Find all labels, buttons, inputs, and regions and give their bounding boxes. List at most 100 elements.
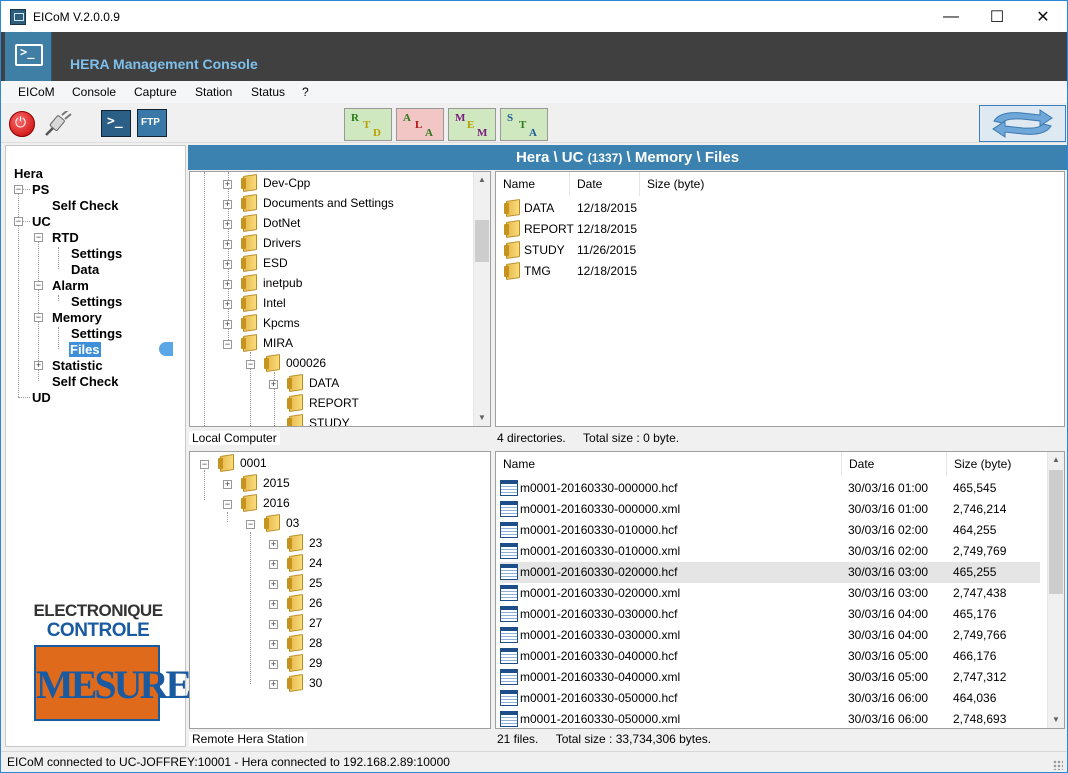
collapse-icon[interactable]: − (223, 500, 232, 509)
remote-tree-item[interactable]: 27 (309, 616, 322, 630)
nav-memory[interactable]: Memory (52, 310, 102, 325)
expand-icon[interactable]: + (269, 600, 278, 609)
expand-icon[interactable]: + (269, 560, 278, 569)
remote-list-scrollbar[interactable]: ▲ ▼ (1047, 452, 1064, 728)
nav-ps[interactable]: PS (32, 182, 49, 197)
expand-icon[interactable]: + (223, 200, 232, 209)
collapse-icon[interactable]: − (200, 460, 209, 469)
nav-alarm-settings[interactable]: Settings (71, 294, 122, 309)
menu-help[interactable]: ? (302, 85, 309, 99)
remote-tree-item[interactable]: 30 (309, 676, 322, 690)
collapse-memory-icon[interactable]: − (34, 313, 43, 322)
collapse-icon[interactable]: − (246, 360, 255, 369)
expand-icon[interactable]: + (269, 540, 278, 549)
remote-tree-item[interactable]: 23 (309, 536, 322, 550)
power-icon[interactable] (9, 111, 35, 137)
refresh-button[interactable] (979, 105, 1066, 142)
column-name[interactable]: Name (496, 172, 570, 196)
table-row[interactable]: m0001-20160330-030000.xml 30/03/16 04:00… (500, 625, 1040, 646)
nav-uc-self-check[interactable]: Self Check (52, 374, 118, 389)
expand-icon[interactable]: + (223, 220, 232, 229)
table-row[interactable]: m0001-20160330-000000.hcf 30/03/16 01:00… (500, 478, 1040, 499)
local-tree-item[interactable]: STUDY (309, 416, 350, 426)
table-row[interactable]: m0001-20160330-040000.hcf 30/03/16 05:00… (500, 646, 1040, 667)
local-tree-scrollbar[interactable]: ▲ ▼ (473, 172, 490, 426)
expand-icon[interactable]: + (223, 320, 232, 329)
close-button[interactable]: ✕ (1020, 1, 1066, 32)
list-item[interactable]: STUDY 11/26/2015 (504, 240, 1044, 261)
remote-tree-item[interactable]: 0001 (240, 456, 267, 470)
alarm-mode-button[interactable]: A L A (396, 108, 444, 141)
table-row[interactable]: m0001-20160330-000000.xml 30/03/16 01:00… (500, 499, 1040, 520)
local-tree-item[interactable]: Dev-Cpp (263, 176, 310, 190)
list-item[interactable]: REPORT 12/18/2015 (504, 219, 1044, 240)
expand-icon[interactable]: + (269, 680, 278, 689)
collapse-ps-icon[interactable]: − (14, 185, 23, 194)
expand-icon[interactable]: + (223, 260, 232, 269)
remote-tree-item[interactable]: 29 (309, 656, 322, 670)
local-tree-item[interactable]: REPORT (309, 396, 359, 410)
menu-console[interactable]: Console (72, 85, 116, 99)
rtd-mode-button[interactable]: R T D (344, 108, 392, 141)
local-tree-panel[interactable]: + Dev-Cpp + Documents and Settings + DotNet… (189, 171, 491, 427)
table-row[interactable]: m0001-20160330-050000.xml 30/03/16 06:00… (500, 709, 1040, 728)
statistic-mode-button[interactable]: S T A (500, 108, 548, 141)
terminal-button[interactable]: >_ (101, 110, 131, 137)
column-date[interactable]: Date (570, 172, 640, 196)
menu-eicom[interactable]: EICoM (18, 85, 55, 99)
expand-icon[interactable]: + (223, 180, 232, 189)
scroll-down-icon[interactable]: ▼ (1048, 712, 1064, 728)
list-item[interactable]: DATA 12/18/2015 (504, 198, 1044, 219)
menu-station[interactable]: Station (195, 85, 232, 99)
expand-icon[interactable]: + (269, 660, 278, 669)
remote-list-panel[interactable]: Name Date Size (byte) m0001-20160330-000… (495, 451, 1065, 729)
memory-mode-button[interactable]: M E M (448, 108, 496, 141)
collapse-rtd-icon[interactable]: − (34, 233, 43, 242)
remote-tree-item[interactable]: 28 (309, 636, 322, 650)
local-tree-item[interactable]: ESD (263, 256, 288, 270)
expand-icon[interactable]: + (269, 620, 278, 629)
expand-icon[interactable]: + (269, 580, 278, 589)
list-item[interactable]: TMG 12/18/2015 (504, 261, 1044, 282)
plug-icon[interactable] (43, 111, 73, 137)
local-tree-item[interactable]: 000026 (286, 356, 326, 370)
collapse-alarm-icon[interactable]: − (34, 281, 43, 290)
collapse-icon[interactable]: − (246, 520, 255, 529)
collapse-uc-icon[interactable]: − (14, 217, 23, 226)
nav-alarm[interactable]: Alarm (52, 278, 89, 293)
column-date[interactable]: Date (842, 452, 947, 476)
expand-icon[interactable]: + (223, 280, 232, 289)
remote-tree-item[interactable]: 25 (309, 576, 322, 590)
local-tree-item[interactable]: Kpcms (263, 316, 300, 330)
expand-icon[interactable]: + (223, 300, 232, 309)
local-tree-item[interactable]: Documents and Settings (263, 196, 394, 210)
table-row[interactable]: m0001-20160330-020000.xml 30/03/16 03:00… (500, 583, 1040, 604)
nav-rtd-settings[interactable]: Settings (71, 246, 122, 261)
table-row[interactable]: m0001-20160330-030000.hcf 30/03/16 04:00… (500, 604, 1040, 625)
collapse-icon[interactable]: − (223, 340, 232, 349)
local-tree-item[interactable]: MIRA (263, 336, 293, 350)
expand-icon[interactable]: + (223, 480, 232, 489)
resize-grip-icon[interactable] (1053, 760, 1063, 770)
local-tree-item[interactable]: inetpub (263, 276, 302, 290)
nav-memory-files[interactable]: Files (69, 342, 101, 357)
table-row[interactable]: m0001-20160330-010000.xml 30/03/16 02:00… (500, 541, 1040, 562)
maximize-button[interactable]: ☐ (974, 1, 1020, 32)
nav-memory-settings[interactable]: Settings (71, 326, 122, 341)
scroll-thumb[interactable] (475, 220, 489, 262)
nav-ps-self-check[interactable]: Self Check (52, 198, 118, 213)
local-tree-item[interactable]: DotNet (263, 216, 300, 230)
column-size[interactable]: Size (byte) (947, 452, 1046, 476)
remote-tree-item[interactable]: 24 (309, 556, 322, 570)
remote-tree-panel[interactable]: − 0001 +2015 − 2016 − 03 +23 +24 +25 +26 +2… (189, 451, 491, 729)
nav-rtd-data[interactable]: Data (71, 262, 99, 277)
table-row-highlighted[interactable]: m0001-20160330-020000.hcf 30/03/16 03:00… (500, 562, 1040, 583)
table-row[interactable]: m0001-20160330-040000.xml 30/03/16 05:00… (500, 667, 1040, 688)
local-list-panel[interactable]: Name Date Size (byte) DATA 12/18/2015 RE… (495, 171, 1065, 427)
local-tree-item[interactable]: Drivers (263, 236, 301, 250)
menu-capture[interactable]: Capture (134, 85, 177, 99)
expand-icon[interactable]: + (223, 240, 232, 249)
ftp-button[interactable]: FTP (137, 109, 167, 137)
column-name[interactable]: Name (496, 452, 842, 476)
nav-statistic[interactable]: Statistic (52, 358, 103, 373)
